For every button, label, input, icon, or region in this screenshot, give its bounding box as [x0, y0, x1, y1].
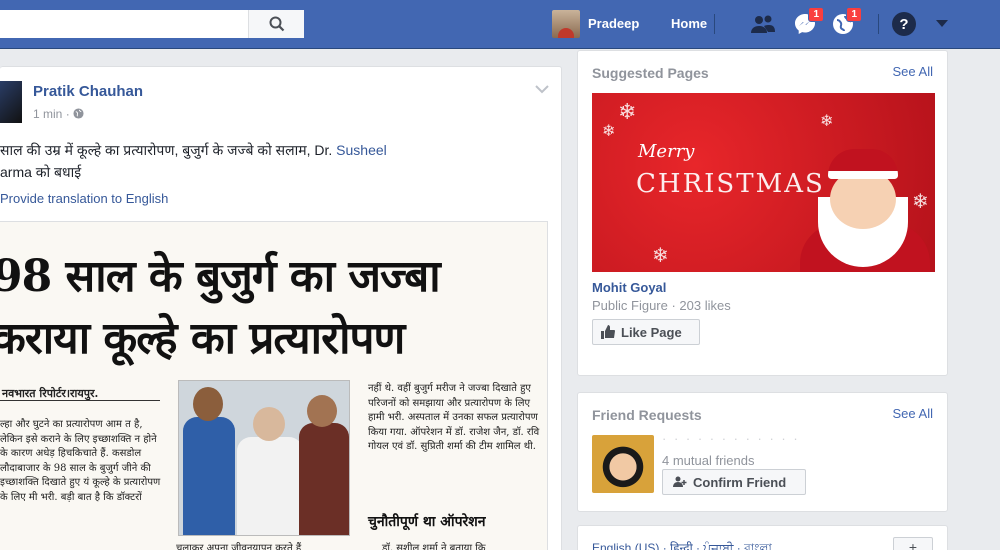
- thumbs-up-icon: [601, 325, 615, 339]
- friends-icon: [751, 15, 775, 33]
- friend-requests-button[interactable]: [750, 12, 776, 36]
- newspaper-byline: नवभारत रिपोर्टर।रायपुर.: [2, 387, 99, 400]
- add-language-button[interactable]: +: [893, 537, 933, 550]
- banner-christmas-text: CHRISTMAS: [636, 169, 825, 199]
- mention-link[interactable]: Susheel: [336, 142, 387, 158]
- suggested-page-meta: Public Figure · 203 likes: [592, 298, 731, 313]
- post-author[interactable]: Pratik Chauhan: [33, 83, 143, 100]
- post-options-chevron-icon[interactable]: [535, 85, 549, 95]
- search-input[interactable]: [0, 10, 304, 38]
- top-navigation-bar: Pradeep Home 1 1 ?: [0, 0, 1000, 49]
- messages-badge: 1: [808, 7, 824, 22]
- newspaper-column-1: ल्हा और घुटने का प्रत्यारोपण आम त है, ले…: [0, 419, 161, 503]
- post-text-line2: arma को बधाई: [0, 164, 82, 180]
- friend-requests-see-all-link[interactable]: See All: [893, 406, 933, 421]
- post-time[interactable]: 1 min: [33, 107, 62, 121]
- suggested-page-name[interactable]: Mohit Goyal: [592, 280, 666, 295]
- newspaper-clipping-image[interactable]: 98 साल के बुजुर्ग का जज्बा कराया कूल्हे …: [0, 221, 548, 550]
- help-icon: ?: [892, 12, 916, 36]
- suggested-see-all-link[interactable]: See All: [893, 64, 933, 79]
- newspaper-subhead: चुनौतीपूर्ण था ऑपरेशन: [368, 514, 486, 530]
- search-button[interactable]: [248, 10, 304, 38]
- like-page-label: Like Page: [621, 324, 682, 340]
- messages-button[interactable]: 1: [792, 7, 824, 36]
- translate-link[interactable]: Provide translation to English: [0, 191, 168, 206]
- notifications-badge: 1: [846, 7, 862, 22]
- snowflake-icon: ❄: [820, 113, 834, 130]
- photo-head-2: [253, 407, 285, 441]
- newspaper-caption: चलाकर अपना जीवनयापन करते हैं: [176, 543, 302, 550]
- profile-avatar[interactable]: [552, 10, 580, 38]
- photo-person-2: [237, 437, 303, 535]
- suggested-pages-title: Suggested Pages: [592, 65, 709, 81]
- photo-head-3: [307, 395, 337, 427]
- divider: [0, 400, 160, 401]
- caret-down-icon: [936, 20, 948, 27]
- mutual-friends-count[interactable]: 4 mutual friends: [662, 453, 755, 468]
- banner-merry-text: Merry: [638, 141, 695, 162]
- post-text-main: साल की उम्र में कूल्हे का प्रत्यारोपण, ब…: [0, 142, 337, 158]
- friend-request-name[interactable]: · · · · · · · · · · · ·: [662, 431, 800, 446]
- search-field[interactable]: [0, 10, 240, 38]
- public-globe-icon: [73, 108, 84, 119]
- confirm-friend-button[interactable]: Confirm Friend: [662, 469, 806, 495]
- page-cover-image[interactable]: ❄ ❄ ❄ ❄ ❄ Merry CHRISTMAS: [592, 93, 935, 272]
- home-link[interactable]: Home: [671, 16, 707, 31]
- snowflake-icon: ❄: [602, 123, 616, 140]
- newspaper-column-3-bottom: डॉ. सुशील शर्मा ने बताया कि: [382, 543, 486, 550]
- like-page-button[interactable]: Like Page: [592, 319, 700, 345]
- author-avatar[interactable]: [0, 81, 22, 123]
- photo-person-3: [299, 423, 349, 535]
- friend-requests-card: Friend Requests See All · · · · · · · · …: [577, 392, 948, 512]
- newspaper-headline-1: 98 साल के बुजुर्ग का जज्बा: [0, 251, 441, 302]
- snowflake-icon: ❄: [912, 191, 929, 213]
- friend-requests-title: Friend Requests: [592, 407, 702, 423]
- help-button[interactable]: ?: [891, 12, 917, 36]
- add-friend-icon: [673, 476, 687, 487]
- photo-person-1: [183, 417, 235, 535]
- post-meta: 1 min ·: [33, 107, 84, 121]
- nav-divider: [878, 14, 879, 34]
- language-card: English (US) · हिन्दी · ਪੰਜਾਬੀ · বাংলা +: [577, 525, 948, 550]
- friend-request-avatar[interactable]: [592, 435, 654, 493]
- confirm-friend-label: Confirm Friend: [693, 474, 787, 490]
- nav-divider: [714, 14, 715, 34]
- snowflake-icon: ❄: [652, 245, 669, 267]
- search-icon: [269, 16, 284, 32]
- newspaper-headline-2: कराया कूल्हे का प्रत्यारोपण: [0, 313, 405, 364]
- profile-link[interactable]: Pradeep: [588, 16, 639, 31]
- newspaper-column-3: नहीं थे. वहीं बुजुर्ग मरीज ने जज्बा दिखा…: [368, 383, 540, 452]
- santa-hat: [828, 149, 898, 179]
- suggested-pages-card: Suggested Pages See All ❄ ❄ ❄ ❄ ❄ Merry …: [577, 50, 948, 376]
- language-links[interactable]: English (US) · हिन्दी · ਪੰਜਾਬੀ · বাংলা: [592, 539, 772, 550]
- news-feed-post: Pratik Chauhan 1 min · साल की उम्र में क…: [0, 66, 562, 550]
- photo-head-1: [193, 387, 223, 421]
- newspaper-photo: [178, 380, 350, 536]
- meta-separator: ·: [65, 107, 74, 121]
- notifications-button[interactable]: 1: [830, 7, 862, 36]
- snowflake-icon: ❄: [618, 99, 637, 124]
- post-text: साल की उम्र में कूल्हे का प्रत्यारोपण, ब…: [0, 139, 520, 183]
- account-menu-button[interactable]: [929, 12, 955, 36]
